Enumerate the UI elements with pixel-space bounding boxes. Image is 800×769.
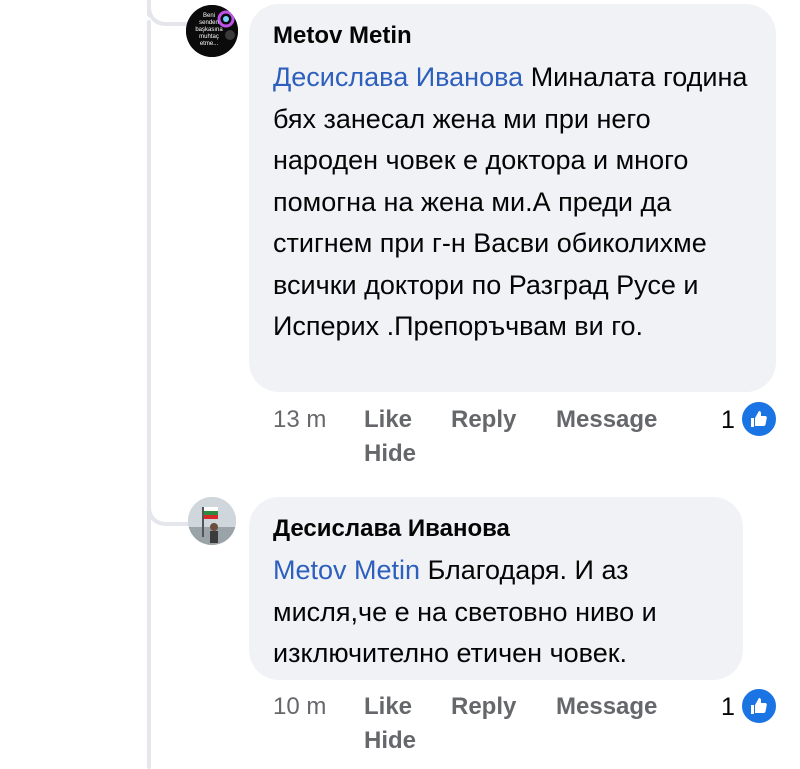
comment-text: Миналата година бях занесал жена ми при … bbox=[273, 62, 748, 341]
avatar-caption: Beni senden başkasına muhtaç etme... bbox=[195, 13, 223, 47]
reaction-count[interactable]: 1 bbox=[721, 406, 735, 435]
hide-button[interactable]: Hide bbox=[364, 440, 416, 468]
avatar-image bbox=[188, 497, 236, 545]
thread-branch-2 bbox=[147, 470, 189, 526]
message-button[interactable]: Message bbox=[556, 406, 657, 434]
reply-button[interactable]: Reply bbox=[451, 406, 516, 434]
message-button[interactable]: Message bbox=[556, 693, 657, 721]
comment-mention[interactable]: Metov Metin bbox=[273, 555, 420, 585]
thumbs-up-icon[interactable] bbox=[740, 400, 778, 438]
comment-timestamp[interactable]: 13 m bbox=[273, 406, 326, 434]
avatar[interactable]: Beni senden başkasına muhtaç etme... bbox=[186, 5, 238, 57]
comment-author[interactable]: Metov Metin bbox=[273, 22, 412, 50]
thumbs-up-icon[interactable] bbox=[740, 687, 778, 725]
comment-body: Metov Metin Благодаря. И аз мисля,че е н… bbox=[273, 550, 723, 675]
comment-mention[interactable]: Десислава Иванова bbox=[273, 62, 523, 92]
hide-button[interactable]: Hide bbox=[364, 727, 416, 755]
comment-timestamp[interactable]: 10 m bbox=[273, 693, 326, 721]
avatar[interactable] bbox=[188, 497, 236, 545]
reply-button[interactable]: Reply bbox=[451, 693, 516, 721]
thread-branch-1 bbox=[147, 0, 191, 26]
comment-body: Десислава Иванова Миналата година бях за… bbox=[273, 57, 763, 348]
like-button[interactable]: Like bbox=[364, 693, 412, 721]
like-button[interactable]: Like bbox=[364, 406, 412, 434]
reaction-count[interactable]: 1 bbox=[721, 693, 735, 722]
thread-line-main bbox=[147, 20, 151, 769]
comment-author[interactable]: Десислава Иванова bbox=[273, 515, 510, 543]
